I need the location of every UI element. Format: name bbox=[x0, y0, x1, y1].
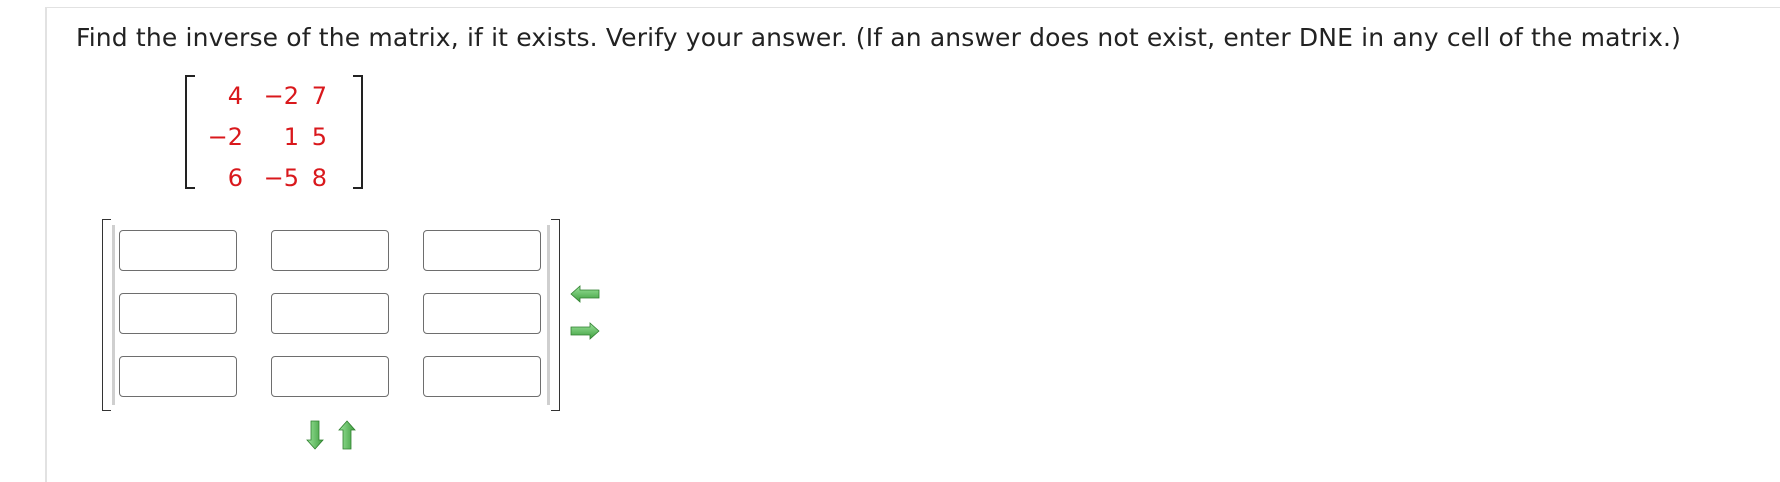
answer-cell-r2c2[interactable] bbox=[271, 293, 389, 334]
answer-cell-r3c2[interactable] bbox=[271, 356, 389, 397]
problem-page: Find the inverse of the matrix, if it ex… bbox=[0, 0, 1780, 482]
arrow-left-icon bbox=[570, 285, 600, 303]
answer-cell-r2c1[interactable] bbox=[119, 293, 237, 334]
given-cell: 8 bbox=[311, 164, 327, 192]
given-cell: −2 bbox=[207, 123, 243, 151]
given-cell: 1 bbox=[283, 123, 299, 151]
answer-matrix-grid bbox=[119, 230, 541, 397]
answer-cell-r1c3[interactable] bbox=[423, 230, 541, 271]
given-cell: 6 bbox=[227, 164, 243, 192]
answer-cell-r2c3[interactable] bbox=[423, 293, 541, 334]
answer-cell-r3c3[interactable] bbox=[423, 356, 541, 397]
answer-matrix-inner-right-line bbox=[547, 225, 550, 405]
answer-matrix-right-bracket bbox=[551, 219, 560, 411]
top-divider bbox=[45, 7, 1780, 8]
given-matrix-right-bracket bbox=[353, 75, 363, 189]
given-cell: 7 bbox=[311, 82, 327, 110]
arrow-up-icon bbox=[338, 420, 356, 450]
answer-cell-r1c2[interactable] bbox=[271, 230, 389, 271]
answer-matrix bbox=[102, 219, 560, 411]
answer-cell-r1c1[interactable] bbox=[119, 230, 237, 271]
given-matrix-left-bracket bbox=[185, 75, 195, 189]
given-cell: 5 bbox=[311, 123, 327, 151]
answer-matrix-inner-left-line bbox=[112, 225, 115, 405]
answer-cell-r3c1[interactable] bbox=[119, 356, 237, 397]
given-matrix: 4 −2 7 −2 1 5 6 −5 8 bbox=[185, 75, 363, 192]
given-cell: −2 bbox=[263, 82, 299, 110]
remove-column-button[interactable] bbox=[570, 284, 600, 306]
given-cell: −5 bbox=[263, 164, 299, 192]
left-divider bbox=[45, 8, 47, 482]
given-matrix-grid: 4 −2 7 −2 1 5 6 −5 8 bbox=[203, 79, 327, 202]
arrow-right-icon bbox=[570, 322, 600, 340]
answer-matrix-left-bracket bbox=[102, 219, 111, 411]
remove-row-button[interactable] bbox=[337, 420, 357, 452]
given-cell: 4 bbox=[227, 82, 243, 110]
arrow-down-icon bbox=[306, 420, 324, 450]
add-column-button[interactable] bbox=[570, 321, 600, 343]
add-row-button[interactable] bbox=[305, 420, 325, 452]
question-text: Find the inverse of the matrix, if it ex… bbox=[76, 23, 1682, 52]
